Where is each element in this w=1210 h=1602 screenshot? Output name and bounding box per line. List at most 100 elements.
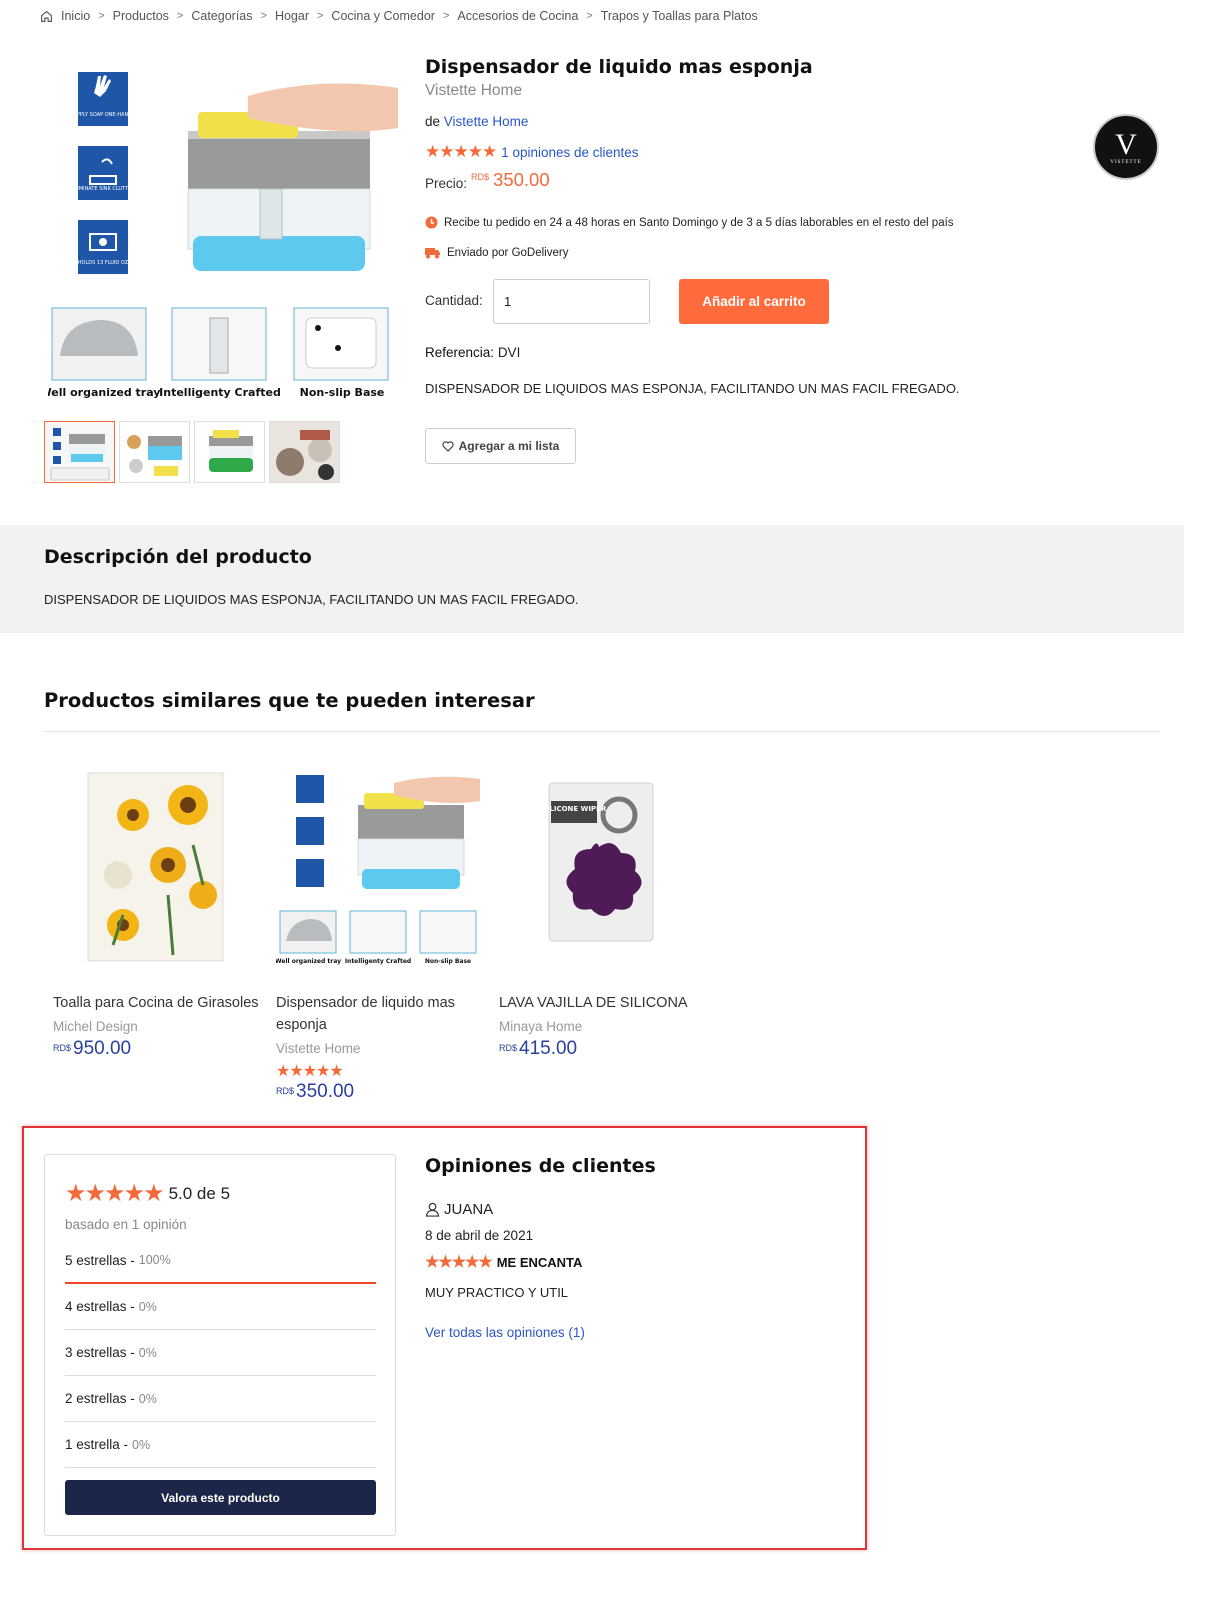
rating-filter-2[interactable]: 2 estrellas -0% [65, 1376, 376, 1422]
quantity-label: Cantidad: [425, 293, 483, 308]
chevron-right-icon: > [260, 10, 267, 22]
seller-link[interactable]: Vistette Home [444, 114, 529, 129]
reference-line: Referencia: DVI [425, 345, 520, 360]
breadcrumb-item-trapos[interactable]: Trapos y Toallas para Platos [601, 9, 758, 23]
price-amount: 350.00 [493, 169, 550, 190]
rating-filter-5[interactable]: 5 estrellas -100% [65, 1238, 376, 1284]
caption-intelligenty: Intelligenty Crafted [345, 958, 411, 965]
review-headline-line: ★★★★★ ME ENCANTA [425, 1252, 582, 1272]
description-heading: Descripción del producto [44, 546, 312, 568]
user-icon [425, 1202, 440, 1217]
badge-label: REAPPLY SOAP ONE-HANDED [67, 112, 139, 118]
brand-logo-letter: V [1115, 127, 1137, 161]
chevron-right-icon: > [442, 10, 450, 22]
product-thumbnail[interactable]: SILICONE WIPER [499, 765, 704, 970]
chevron-right-icon: > [316, 10, 324, 22]
review-body: MUY PRACTICO Y UTIL [425, 1285, 569, 1300]
rating-filter-pct: 0% [132, 1437, 151, 1452]
product-rating: ★★★★★ 1 opiniones de clientes [425, 142, 639, 162]
similar-product-card[interactable]: Toalla para Cocina de Girasoles Michel D… [53, 765, 263, 1060]
breadcrumb-item-inicio[interactable]: Inicio [61, 9, 90, 23]
rating-filter-label: 4 estrellas - [65, 1299, 135, 1314]
chevron-right-icon: > [98, 10, 105, 22]
breadcrumb-item-cocina-comedor[interactable]: Cocina y Comedor [331, 9, 435, 23]
divider [44, 731, 1160, 732]
breadcrumb-item-categorias[interactable]: Categorías [191, 9, 252, 23]
rating-score: 5.0 de 5 [168, 1183, 231, 1203]
product-main-image[interactable]: REAPPLY SOAP ONE-HANDED ELIMINATE SINK C… [40, 56, 398, 406]
badge-label: HOLDS 13 FLUID OZ [78, 260, 129, 266]
reviews-heading: Opiniones de clientes [425, 1155, 656, 1177]
rating-summary-top: ★★★★★ 5.0 de 5 [65, 1179, 230, 1208]
breadcrumb-item-hogar[interactable]: Hogar [275, 9, 309, 23]
delivery-text: Recibe tu pedido en 24 a 48 horas en San… [444, 216, 954, 229]
product-name[interactable]: Dispensador de liquido mas esponja [276, 992, 486, 1036]
rating-filter-pct: 0% [138, 1345, 157, 1360]
product-subtitle: Vistette Home [425, 82, 523, 99]
rating-filter-label: 3 estrellas - [65, 1345, 135, 1360]
clock-icon [425, 216, 438, 229]
thumbnail-1[interactable] [44, 421, 115, 483]
caption-non-slip: Non-slip Base [425, 958, 471, 965]
review-author: JUANA [425, 1201, 493, 1218]
description-section: Descripción del producto DISPENSADOR DE … [0, 525, 1184, 633]
product-thumbnail[interactable]: Well organized tray Intelligenty Crafted… [275, 765, 481, 970]
thumbnail-3[interactable] [194, 421, 265, 483]
thumbnail-4[interactable] [269, 421, 340, 483]
product-price: RD$ 950.00 [53, 1038, 263, 1060]
add-to-wishlist-button[interactable]: Agregar a mi lista [425, 428, 576, 464]
reviews-link[interactable]: 1 opiniones de clientes [501, 145, 638, 160]
price-currency: RD$ [276, 1086, 295, 1096]
price-label: Precio: [425, 176, 468, 191]
see-all-reviews-link[interactable]: Ver todas las opiniones (1) [425, 1325, 585, 1340]
rating-stars-icon: ★★★★★ [425, 142, 497, 161]
heart-icon [442, 440, 454, 452]
package-label: SILICONE WIPER [542, 805, 607, 813]
rating-filter-pct: 0% [138, 1299, 157, 1314]
product-price: RD$ 415.00 [499, 1038, 709, 1060]
price-currency: RD$ [53, 1043, 72, 1053]
rating-filter-3[interactable]: 3 estrellas -0% [65, 1330, 376, 1376]
similar-product-card[interactable]: Well organized tray Intelligenty Crafted… [275, 765, 486, 1103]
similar-product-card[interactable]: SILICONE WIPER LAVA VAJILLA DE SILICONA … [499, 765, 709, 1060]
breadcrumb-item-accesorios[interactable]: Accesorios de Cocina [457, 9, 578, 23]
product-thumbnail[interactable] [53, 765, 258, 970]
thumbnail-strip [44, 421, 340, 483]
product-name[interactable]: Toalla para Cocina de Girasoles [53, 992, 263, 1014]
breadcrumb-item-productos[interactable]: Productos [113, 9, 169, 23]
caption-non-slip: Non-slip Base [300, 386, 385, 399]
price-amount: 950.00 [73, 1038, 132, 1059]
delivery-info: Recibe tu pedido en 24 a 48 horas en San… [425, 216, 954, 229]
rating-filter-pct: 0% [138, 1391, 157, 1406]
price-currency: RD$ [499, 1043, 518, 1053]
product-brand: Michel Design [53, 1019, 138, 1034]
description-text: DISPENSADOR DE LIQUIDOS MAS ESPONJA, FAC… [44, 592, 579, 607]
rate-product-button[interactable]: Valora este producto [65, 1480, 376, 1515]
review-author-name: JUANA [444, 1201, 494, 1218]
wishlist-label: Agregar a mi lista [458, 439, 560, 453]
product-name[interactable]: LAVA VAJILLA DE SILICONA [499, 992, 709, 1014]
brand-logo[interactable]: V VISTETTE [1093, 114, 1159, 180]
home-icon [41, 10, 52, 22]
product-title: Dispensador de liquido mas esponja [425, 56, 813, 78]
thumbnail-2[interactable] [119, 421, 190, 483]
price-amount: 350.00 [296, 1081, 355, 1102]
reference-label: Referencia: [425, 345, 495, 360]
chevron-right-icon: > [586, 10, 593, 22]
quantity-input[interactable] [493, 279, 650, 324]
chevron-right-icon: > [176, 10, 184, 22]
product-price: RD$ 350.00 [276, 1081, 486, 1103]
shipping-text: Enviado por GoDelivery [447, 246, 569, 259]
seller-line: de Vistette Home [425, 114, 528, 129]
add-to-cart-button[interactable]: Añadir al carrito [679, 279, 829, 324]
rating-filter-1[interactable]: 1 estrella -0% [65, 1422, 376, 1468]
rating-filter-4[interactable]: 4 estrellas -0% [65, 1284, 376, 1330]
rating-filter-label: 5 estrellas - [65, 1252, 135, 1268]
review-date: 8 de abril de 2021 [425, 1228, 534, 1243]
rating-stars-icon: ★★★★★ [65, 1180, 165, 1207]
caption-well-organized: Well organized tray [48, 386, 160, 399]
rating-filter-label: 2 estrellas - [65, 1391, 135, 1406]
brand-logo-text: VISTETTE [1110, 159, 1142, 165]
caption-well-organized: Well organized tray [276, 958, 341, 965]
rating-filter-pct: 100% [138, 1253, 171, 1267]
